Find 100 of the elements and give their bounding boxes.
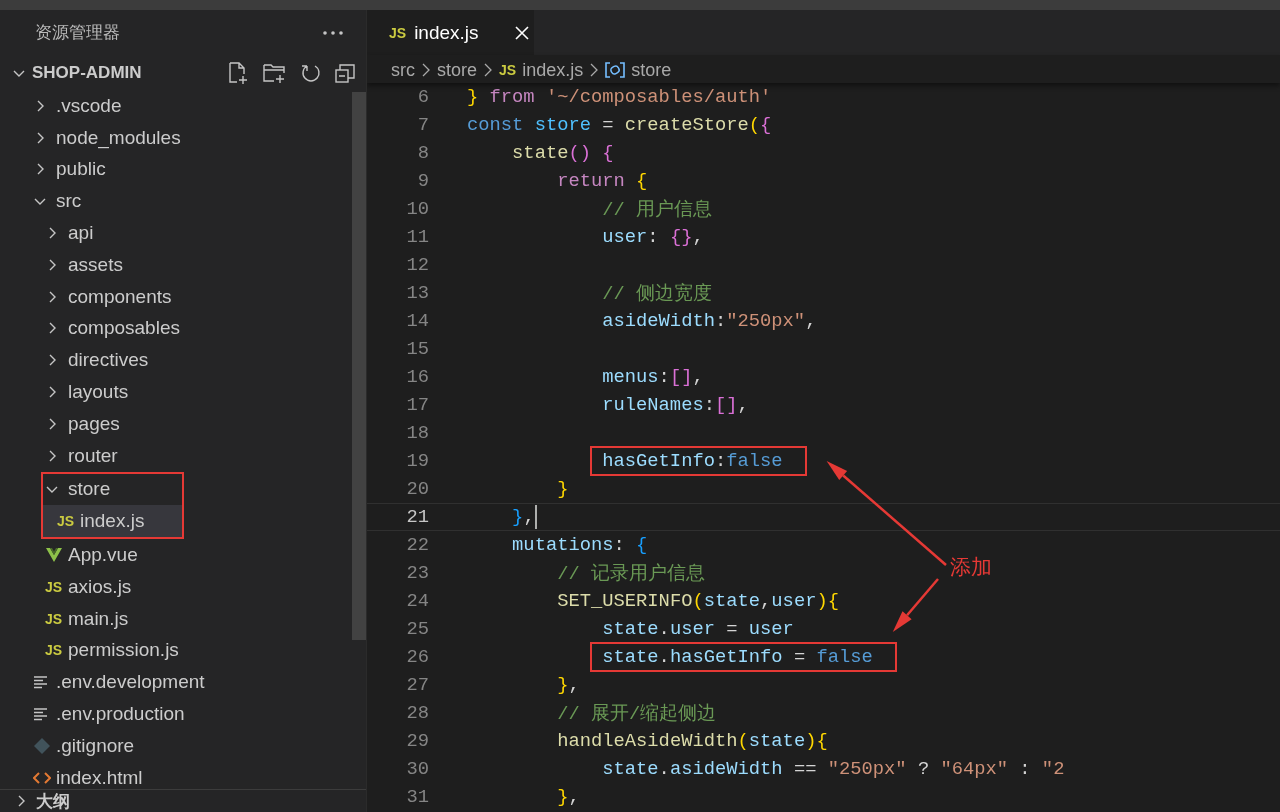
line-number: 14 (405, 310, 429, 332)
js-file-icon: JS (45, 578, 63, 595)
code-line: SET_USERINFO(state,user){ (557, 590, 839, 612)
new-file-icon[interactable] (226, 60, 250, 85)
tree-item[interactable]: directives (0, 344, 352, 377)
breadcrumb-item[interactable]: JS index.js (499, 59, 584, 81)
js-file-icon: JS (45, 610, 63, 627)
code-line: ruleNames:[], (602, 394, 749, 416)
line-number: 22 (405, 534, 429, 556)
code-line: state.user = user (602, 618, 794, 640)
line-number: 10 (405, 198, 429, 220)
line-number: 11 (405, 226, 429, 248)
code-line: return { (557, 170, 648, 192)
variable-icon (605, 62, 626, 78)
chevron-right-icon (421, 63, 431, 77)
tree-item[interactable]: src (0, 185, 352, 218)
tree-item[interactable]: JS permission.js (0, 634, 352, 667)
line-number: 12 (405, 254, 429, 276)
line-number: 19 (405, 450, 429, 472)
code-line: } (557, 478, 569, 500)
code-line: mutations: { (512, 534, 648, 556)
code-line: handleAsideWidth(state){ (557, 730, 828, 752)
tree-item[interactable]: JS main.js (0, 602, 352, 635)
tree-item[interactable]: composables (0, 312, 352, 345)
line-number: 20 (405, 478, 429, 500)
code-line: }, (557, 674, 580, 696)
tree-item[interactable]: .env.production (0, 698, 352, 730)
tree-item[interactable]: .vscode (0, 90, 352, 122)
code-line: // 用户信息 (602, 198, 713, 222)
js-file-icon: JS (499, 62, 517, 78)
tree-item[interactable]: pages (0, 407, 352, 440)
code-line: menus:[], (602, 366, 704, 388)
code-file-icon (33, 769, 51, 786)
line-number: 24 (405, 590, 429, 612)
code-line: state() { (512, 142, 614, 164)
code-line: // 侧边宽度 (602, 282, 713, 306)
diamond-file-icon (33, 736, 51, 755)
code-line: // 记录用户信息 (557, 562, 705, 586)
annotation-arrow (892, 578, 939, 632)
chevron-right-icon (483, 63, 494, 77)
tree-item[interactable]: layouts (0, 376, 352, 408)
more-icon[interactable] (322, 29, 344, 36)
js-file-icon: JS (389, 24, 407, 41)
line-number: 30 (405, 758, 429, 780)
code-line: const store = createStore({ (467, 114, 772, 136)
collapse-all-icon[interactable] (334, 61, 356, 84)
tree-item[interactable]: JS axios.js (0, 570, 352, 603)
tree-item[interactable]: node_modules (0, 121, 352, 154)
line-number: 23 (405, 562, 429, 584)
line-number: 28 (405, 702, 429, 724)
tree-item[interactable]: JS index.js (43, 505, 182, 538)
code-line: // 展开/缩起侧边 (557, 702, 717, 726)
line-number: 21 (405, 506, 429, 528)
js-file-icon: JS (57, 513, 75, 530)
close-icon[interactable] (514, 24, 530, 41)
code-line: }, (557, 786, 580, 808)
annotation-label: 添加 (950, 554, 992, 580)
tree-item[interactable]: .env.development (0, 666, 352, 699)
line-number: 13 (405, 282, 429, 304)
line-number: 9 (416, 170, 429, 192)
vue-file-icon (45, 547, 63, 564)
scrollbar[interactable] (352, 92, 366, 640)
line-number: 16 (405, 366, 429, 388)
breadcrumb-item[interactable]: store (605, 59, 672, 81)
tree-item[interactable]: components (0, 280, 352, 313)
breadcrumb-item[interactable]: src (391, 59, 415, 81)
text-file-icon (33, 706, 49, 723)
text-cursor (534, 505, 537, 529)
line-number: 7 (416, 114, 429, 136)
js-file-icon: JS (45, 642, 63, 659)
project-name[interactable]: SHOP-ADMIN (32, 62, 226, 83)
tree-item[interactable]: index.html (0, 761, 352, 789)
chevron-right-icon (589, 63, 600, 77)
tree-item[interactable]: api (0, 217, 352, 249)
line-number: 27 (405, 674, 429, 696)
tree-item[interactable]: assets (0, 249, 352, 281)
tree-item[interactable]: public (0, 153, 352, 186)
tree-item[interactable]: App.vue (0, 539, 352, 571)
code-line: asideWidth:"250px", (602, 310, 817, 332)
panel-title: 资源管理器 (35, 22, 120, 44)
line-number: 17 (405, 394, 429, 416)
tree-item[interactable]: router (0, 439, 352, 472)
tree-item[interactable]: store (43, 473, 182, 506)
line-number: 25 (405, 618, 429, 640)
line-number: 26 (405, 646, 429, 668)
line-number: 15 (405, 338, 429, 360)
line-number: 29 (405, 730, 429, 752)
code-line: }, (512, 506, 535, 528)
line-number: 6 (416, 86, 429, 108)
code-line: } from '~/composables/auth' (467, 86, 772, 108)
section-title[interactable]: 大纲 (36, 789, 70, 812)
line-number: 8 (416, 142, 429, 164)
text-file-icon (33, 674, 49, 691)
line-number: 31 (405, 786, 429, 808)
code-line: state.asideWidth == "250px" ? "64px" : "2 (602, 758, 1065, 780)
code-line: user: {}, (602, 226, 704, 248)
editor-tab[interactable]: JS index.js (367, 10, 534, 55)
line-number: 18 (405, 422, 429, 444)
breadcrumb-item[interactable]: store (437, 59, 478, 81)
tree-item[interactable]: .gitignore (0, 729, 352, 762)
